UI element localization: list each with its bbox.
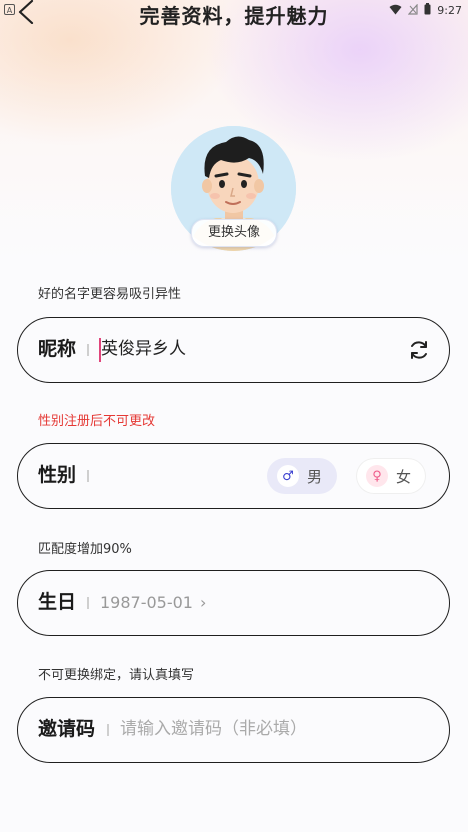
gender-option-female[interactable]: ♀ 女 (356, 458, 426, 494)
refresh-icon (411, 341, 427, 359)
birthday-hint: 匹配度增加90% (38, 542, 132, 557)
gender-option-label: 男 (307, 467, 323, 486)
field-divider (107, 724, 109, 736)
invite-field[interactable]: 邀请码 请输入邀请码（非必填） (17, 697, 450, 763)
page-title: 完善资料，提升魅力 (139, 4, 329, 28)
nickname-input[interactable]: 英俊异乡人 (101, 318, 186, 381)
chevron-right-icon: › (200, 593, 207, 612)
refresh-nickname-button[interactable] (407, 338, 431, 362)
invite-hint: 不可更换绑定，请认真填写 (38, 668, 195, 683)
avatar-container[interactable]: 更换头像 (171, 126, 296, 251)
nickname-label: 昵称 (38, 338, 77, 360)
invite-code-input[interactable]: 请输入邀请码（非必填） (120, 698, 307, 761)
nickname-field[interactable]: 昵称 英俊异乡人 (17, 317, 450, 383)
invite-label: 邀请码 (38, 718, 96, 740)
nickname-hint: 好的名字更容易吸引异性 (38, 287, 182, 302)
field-divider (87, 470, 89, 482)
gender-hint: 性别注册后不可更改 (38, 414, 156, 429)
gender-label: 性别 (38, 464, 77, 486)
birthday-value[interactable]: 1987-05-01 (100, 571, 193, 634)
field-divider (87, 344, 89, 356)
change-avatar-button[interactable]: 更换头像 (191, 219, 277, 247)
birthday-field[interactable]: 生日 1987-05-01 › (17, 570, 450, 636)
gender-option-male[interactable]: ♂ 男 (267, 458, 337, 494)
gender-option-label: 女 (396, 467, 412, 486)
birthday-label: 生日 (38, 591, 77, 613)
female-icon: ♀ (366, 465, 388, 487)
field-divider (87, 597, 89, 609)
male-icon: ♂ (277, 465, 299, 487)
gender-field: 性别 ♂ 男 ♀ 女 (17, 443, 450, 509)
